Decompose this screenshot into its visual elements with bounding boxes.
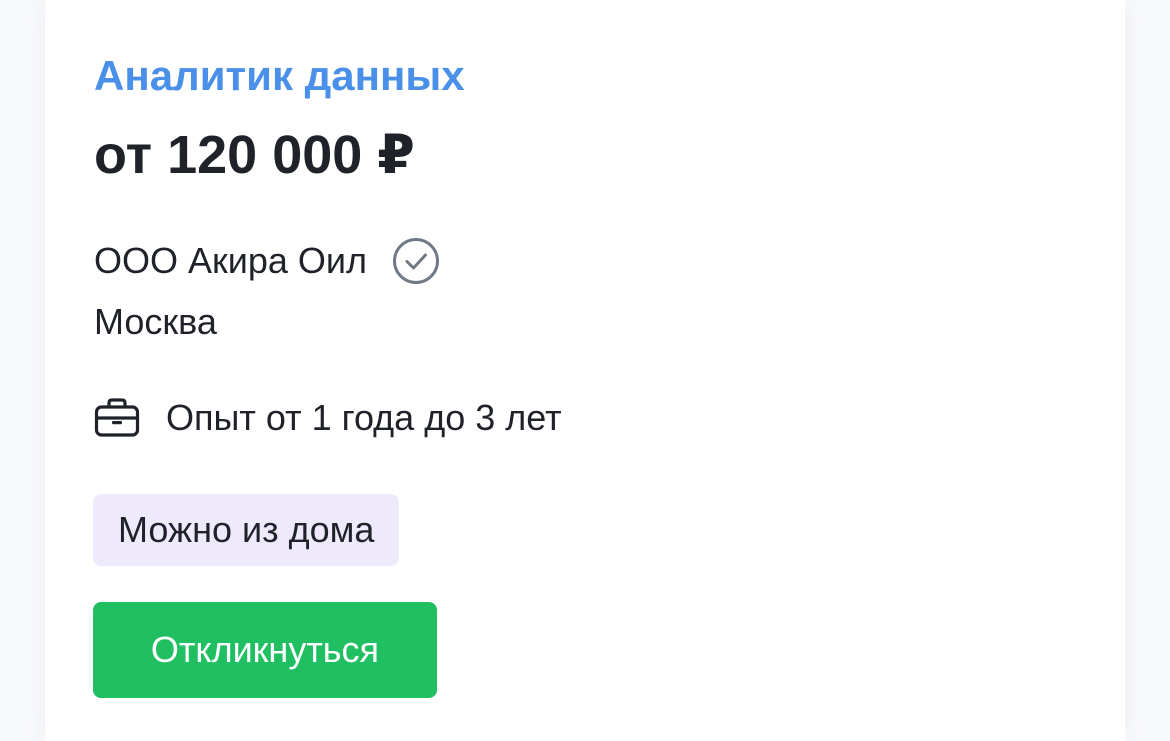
remote-work-tag: Можно из дома xyxy=(93,494,400,566)
company-row: ООО Акира Оил xyxy=(94,236,441,286)
experience-text: Опыт от 1 года до 3 лет xyxy=(166,397,562,438)
vacancy-city: Москва xyxy=(94,301,217,342)
apply-button[interactable]: Откликнуться xyxy=(93,602,437,698)
vacancy-title[interactable]: Аналитик данных xyxy=(94,50,465,102)
briefcase-icon xyxy=(94,398,140,438)
verified-check-icon xyxy=(391,236,441,286)
experience-row: Опыт от 1 года до 3 лет xyxy=(94,393,562,443)
vacancy-card: Аналитик данных от 120 000 ₽ ООО Акира О… xyxy=(45,0,1125,741)
company-name[interactable]: ООО Акира Оил xyxy=(94,236,367,286)
vacancy-salary: от 120 000 ₽ xyxy=(94,125,415,185)
